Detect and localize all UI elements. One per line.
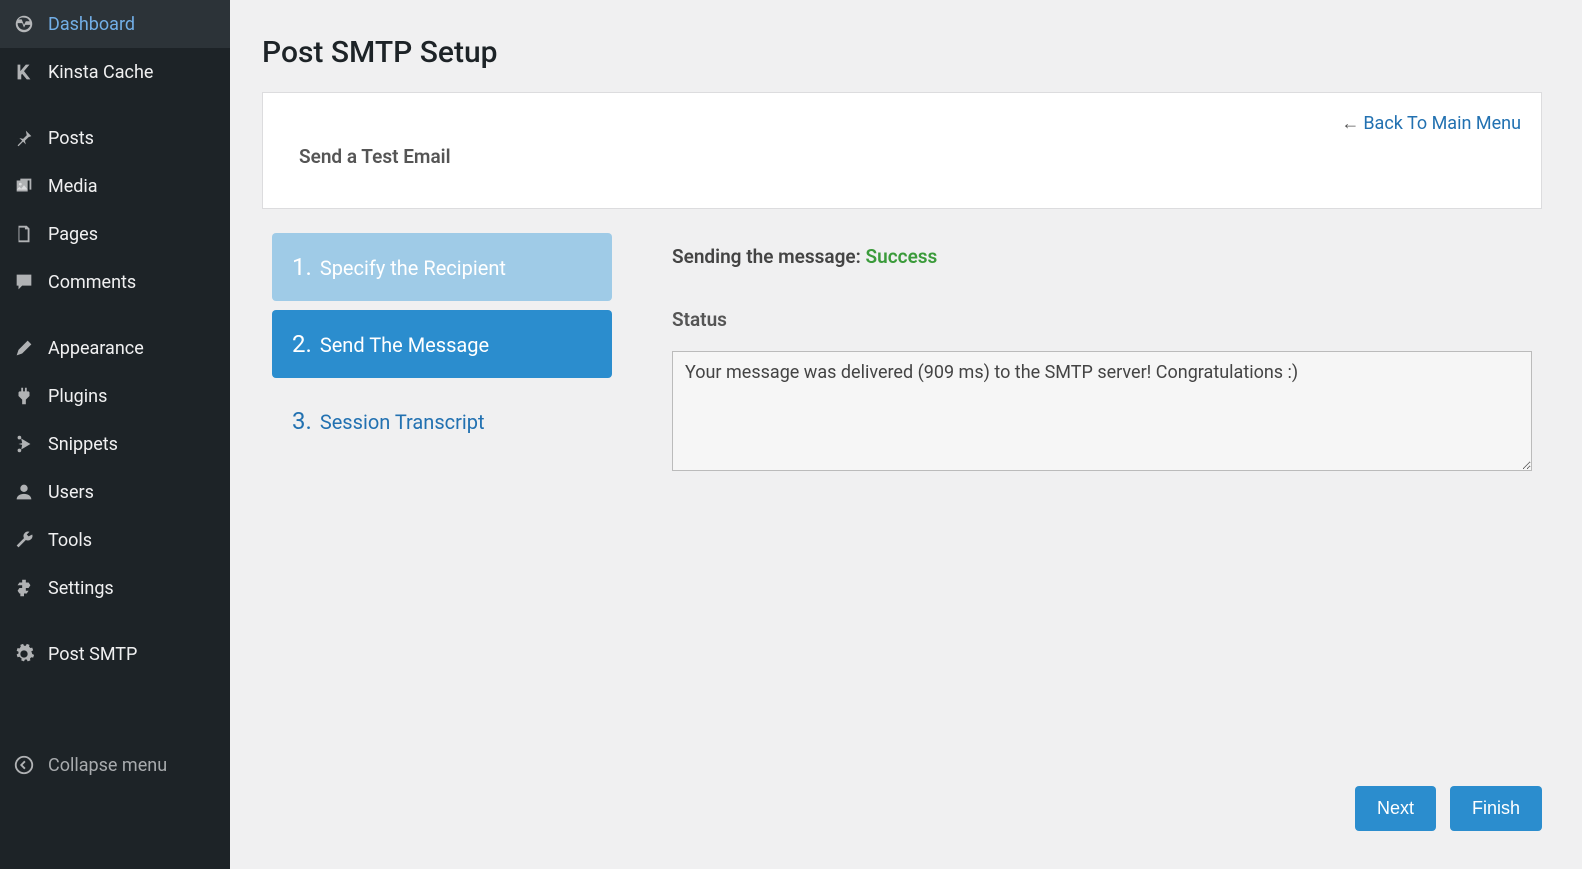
status-output[interactable]	[672, 351, 1532, 471]
sidebar-item-users[interactable]: Users	[0, 468, 230, 516]
sidebar-item-label: Tools	[48, 530, 92, 551]
sidebar-separator	[0, 96, 230, 114]
collapse-icon	[12, 753, 36, 777]
wizard-header-card: ← Back To Main Menu Send a Test Email	[262, 92, 1542, 209]
step-label: Specify the Recipient	[320, 256, 506, 280]
sidebar-item-label: Settings	[48, 578, 114, 599]
sidebar-item-pages[interactable]: Pages	[0, 210, 230, 258]
pin-icon	[12, 126, 36, 150]
result-panel: Sending the message: Success Status	[672, 233, 1532, 475]
step-session-transcript[interactable]: 3. Session Transcript	[272, 387, 612, 455]
media-icon	[12, 174, 36, 198]
comments-icon	[12, 270, 36, 294]
admin-sidebar: Dashboard Kinsta Cache Posts Media Pages…	[0, 0, 230, 869]
sidebar-item-label: Dashboard	[48, 14, 135, 35]
pages-icon	[12, 222, 36, 246]
finish-button[interactable]: Finish	[1450, 786, 1542, 831]
dashboard-icon	[12, 12, 36, 36]
step-number: 3.	[292, 407, 312, 435]
next-button[interactable]: Next	[1355, 786, 1436, 831]
sidebar-separator	[0, 306, 230, 324]
sidebar-item-label: Pages	[48, 224, 98, 245]
sidebar-item-label: Post SMTP	[48, 644, 137, 665]
status-heading: Status	[672, 308, 1532, 331]
sidebar-item-comments[interactable]: Comments	[0, 258, 230, 306]
step-label: Send The Message	[320, 333, 489, 357]
sidebar-item-label: Comments	[48, 272, 136, 293]
sidebar-item-tools[interactable]: Tools	[0, 516, 230, 564]
step-send-message[interactable]: 2. Send The Message	[272, 310, 612, 378]
step-number: 2.	[292, 330, 312, 358]
sidebar-item-post-smtp[interactable]: Post SMTP	[0, 630, 230, 678]
sending-status-line: Sending the message: Success	[672, 245, 1532, 268]
sidebar-item-label: Collapse menu	[48, 755, 167, 776]
plugins-icon	[12, 384, 36, 408]
sidebar-item-label: Plugins	[48, 386, 107, 407]
sidebar-item-label: Appearance	[48, 338, 144, 359]
snippets-icon	[12, 432, 36, 456]
step-label: Session Transcript	[320, 410, 485, 434]
sidebar-separator	[0, 612, 230, 630]
step-number: 1.	[292, 253, 312, 281]
back-link-label: Back To Main Menu	[1363, 113, 1521, 134]
arrow-left-icon: ←	[1341, 113, 1359, 134]
sidebar-item-settings[interactable]: Settings	[0, 564, 230, 612]
step-recipient[interactable]: 1. Specify the Recipient	[272, 233, 612, 301]
appearance-icon	[12, 336, 36, 360]
sidebar-item-label: Media	[48, 176, 98, 197]
sidebar-item-kinsta-cache[interactable]: Kinsta Cache	[0, 48, 230, 96]
gear-icon	[12, 642, 36, 666]
sidebar-item-posts[interactable]: Posts	[0, 114, 230, 162]
wizard-buttons: Next Finish	[1355, 786, 1542, 831]
sidebar-item-label: Kinsta Cache	[48, 62, 153, 83]
sending-prefix: Sending the message:	[672, 245, 866, 268]
sidebar-collapse[interactable]: Collapse menu	[0, 741, 230, 789]
sidebar-item-label: Posts	[48, 128, 94, 149]
sending-status-word: Success	[866, 245, 938, 268]
main-content: Post SMTP Setup ← Back To Main Menu Send…	[230, 0, 1582, 869]
sidebar-item-label: Snippets	[48, 434, 118, 455]
kinsta-icon	[12, 60, 36, 84]
sidebar-item-appearance[interactable]: Appearance	[0, 324, 230, 372]
users-icon	[12, 480, 36, 504]
sidebar-item-label: Users	[48, 482, 94, 503]
sidebar-item-dashboard[interactable]: Dashboard	[0, 0, 230, 48]
tools-icon	[12, 528, 36, 552]
settings-icon	[12, 576, 36, 600]
page-title: Post SMTP Setup	[262, 35, 1542, 70]
wizard-body: 1. Specify the Recipient 2. Send The Mes…	[262, 233, 1542, 475]
sidebar-item-media[interactable]: Media	[0, 162, 230, 210]
back-to-main-link[interactable]: ← Back To Main Menu	[1341, 113, 1521, 134]
sidebar-item-snippets[interactable]: Snippets	[0, 420, 230, 468]
sidebar-item-plugins[interactable]: Plugins	[0, 372, 230, 420]
wizard-steps: 1. Specify the Recipient 2. Send The Mes…	[272, 233, 612, 475]
card-subtitle: Send a Test Email	[299, 145, 1511, 168]
